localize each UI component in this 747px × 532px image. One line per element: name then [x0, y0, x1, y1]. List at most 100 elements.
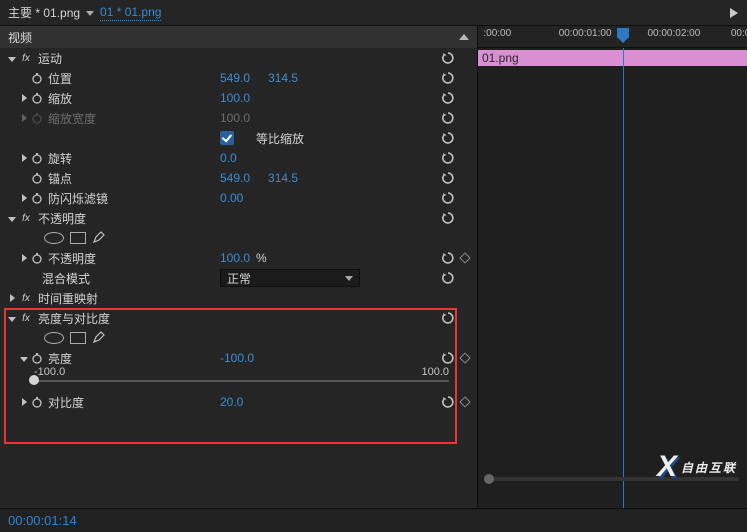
- timeline-panel: :00:0000:00:01:0000:00:02:0000:00 01.png…: [478, 26, 747, 508]
- stopwatch-icon[interactable]: [30, 91, 44, 105]
- param-label: 位置: [48, 70, 72, 87]
- param-label: 旋转: [48, 150, 72, 167]
- add-keyframe-button[interactable]: [459, 348, 471, 368]
- stopwatch-icon[interactable]: [30, 351, 44, 365]
- brightness-value[interactable]: -100.0: [220, 351, 254, 365]
- reset-button[interactable]: [441, 68, 455, 88]
- disclosure-icon[interactable]: [18, 151, 30, 165]
- opacity-value[interactable]: 100.0: [220, 251, 250, 265]
- play-icon[interactable]: [729, 8, 739, 18]
- master-clip-label: 主要 * 01.png: [8, 4, 80, 21]
- slider-min: -100.0: [34, 366, 65, 378]
- reset-button[interactable]: [441, 392, 455, 412]
- disclosure-icon[interactable]: [6, 291, 18, 305]
- reset-button[interactable]: [441, 188, 455, 208]
- section-label: 视频: [8, 29, 459, 46]
- collapse-icon[interactable]: [459, 34, 469, 40]
- antiflicker-value[interactable]: 0.00: [220, 191, 243, 205]
- effect-title: 亮度与对比度: [38, 310, 110, 327]
- effect-title: 不透明度: [38, 210, 86, 227]
- reset-button[interactable]: [441, 148, 455, 168]
- disclosure-icon[interactable]: [18, 395, 30, 409]
- effect-title: 运动: [38, 50, 62, 67]
- disclosure-icon[interactable]: [18, 191, 30, 205]
- fx-icon[interactable]: fx: [18, 211, 34, 225]
- effect-brightness-contrast[interactable]: fx 亮度与对比度: [0, 308, 477, 328]
- instance-clip-link[interactable]: 01 * 01.png: [100, 5, 161, 21]
- scale-value[interactable]: 100.0: [220, 91, 250, 105]
- prop-scale: 缩放 100.0: [0, 88, 477, 108]
- prop-uniform-scale: 等比缩放: [0, 128, 477, 148]
- pen-mask-button[interactable]: [92, 230, 106, 247]
- reset-button[interactable]: [441, 108, 455, 128]
- position-x[interactable]: 549.0: [220, 71, 250, 85]
- chevron-down-icon[interactable]: [86, 6, 94, 20]
- param-label: 缩放: [48, 90, 72, 107]
- section-header[interactable]: 视频: [0, 26, 477, 48]
- uniform-scale-checkbox[interactable]: [220, 131, 234, 145]
- add-keyframe-button[interactable]: [459, 248, 471, 268]
- param-label: 混合模式: [42, 270, 90, 287]
- playhead-handle[interactable]: [617, 28, 629, 38]
- playhead-line: [623, 48, 624, 508]
- stopwatch-icon[interactable]: [30, 395, 44, 409]
- prop-opacity: 不透明度 100.0%: [0, 248, 477, 268]
- disclosure-icon[interactable]: [18, 111, 30, 125]
- add-keyframe-button[interactable]: [459, 392, 471, 412]
- disclosure-icon[interactable]: [6, 211, 18, 225]
- brightness-slider[interactable]: -100.0 100.0: [34, 368, 449, 388]
- slider-thumb[interactable]: [29, 375, 39, 385]
- position-y[interactable]: 314.5: [268, 71, 298, 85]
- reset-button[interactable]: [441, 248, 455, 268]
- current-timecode[interactable]: 00:00:01:14: [8, 513, 77, 528]
- reset-button[interactable]: [441, 348, 455, 368]
- watermark: X自由互联: [657, 450, 737, 484]
- disclosure-icon[interactable]: [6, 311, 18, 325]
- stopwatch-icon[interactable]: [30, 251, 44, 265]
- ellipse-mask-button[interactable]: [44, 232, 64, 244]
- ellipse-mask-button[interactable]: [44, 332, 64, 344]
- effect-motion[interactable]: fx 运动: [0, 48, 477, 68]
- stopwatch-icon[interactable]: [30, 151, 44, 165]
- effect-time-remap[interactable]: fx 时间重映射: [0, 288, 477, 308]
- param-label: 对比度: [48, 394, 84, 411]
- fx-icon[interactable]: fx: [18, 51, 34, 65]
- reset-button[interactable]: [441, 48, 455, 68]
- fx-icon[interactable]: fx: [18, 311, 34, 325]
- reset-button[interactable]: [441, 88, 455, 108]
- ruler-tick: 00:00:01:00: [559, 28, 612, 39]
- time-ruler[interactable]: :00:0000:00:01:0000:00:02:0000:00: [478, 26, 747, 48]
- param-label: 不透明度: [48, 250, 96, 267]
- reset-button[interactable]: [441, 308, 455, 328]
- clip-bar[interactable]: 01.png: [478, 50, 747, 66]
- pen-mask-button[interactable]: [92, 330, 106, 347]
- blend-mode-select[interactable]: 正常: [220, 269, 360, 287]
- disclosure-icon[interactable]: [18, 91, 30, 105]
- zoom-knob[interactable]: [484, 474, 494, 484]
- reset-button[interactable]: [441, 168, 455, 188]
- rotation-value[interactable]: 0.0: [220, 151, 237, 165]
- disclosure-icon[interactable]: [18, 251, 30, 265]
- reset-button[interactable]: [441, 268, 455, 288]
- fx-icon[interactable]: fx: [18, 291, 34, 305]
- disclosure-icon[interactable]: [6, 51, 18, 65]
- anchor-y[interactable]: 314.5: [268, 171, 298, 185]
- param-label: 缩放宽度: [48, 110, 96, 127]
- prop-blend-mode: 混合模式 正常: [0, 268, 477, 288]
- stopwatch-icon[interactable]: [30, 71, 44, 85]
- effect-opacity[interactable]: fx 不透明度: [0, 208, 477, 228]
- rect-mask-button[interactable]: [70, 332, 86, 344]
- prop-rotation: 旋转 0.0: [0, 148, 477, 168]
- rect-mask-button[interactable]: [70, 232, 86, 244]
- effect-title: 时间重映射: [38, 290, 98, 307]
- reset-button[interactable]: [441, 128, 455, 148]
- reset-button[interactable]: [441, 208, 455, 228]
- stopwatch-icon[interactable]: [30, 171, 44, 185]
- stopwatch-icon[interactable]: [30, 191, 44, 205]
- prop-brightness: 亮度 -100.0: [0, 348, 477, 368]
- checkbox-label: 等比缩放: [256, 130, 304, 147]
- contrast-value[interactable]: 20.0: [220, 395, 243, 409]
- timeline-body[interactable]: 01.png: [478, 48, 747, 508]
- anchor-x[interactable]: 549.0: [220, 171, 250, 185]
- disclosure-icon[interactable]: [18, 351, 30, 365]
